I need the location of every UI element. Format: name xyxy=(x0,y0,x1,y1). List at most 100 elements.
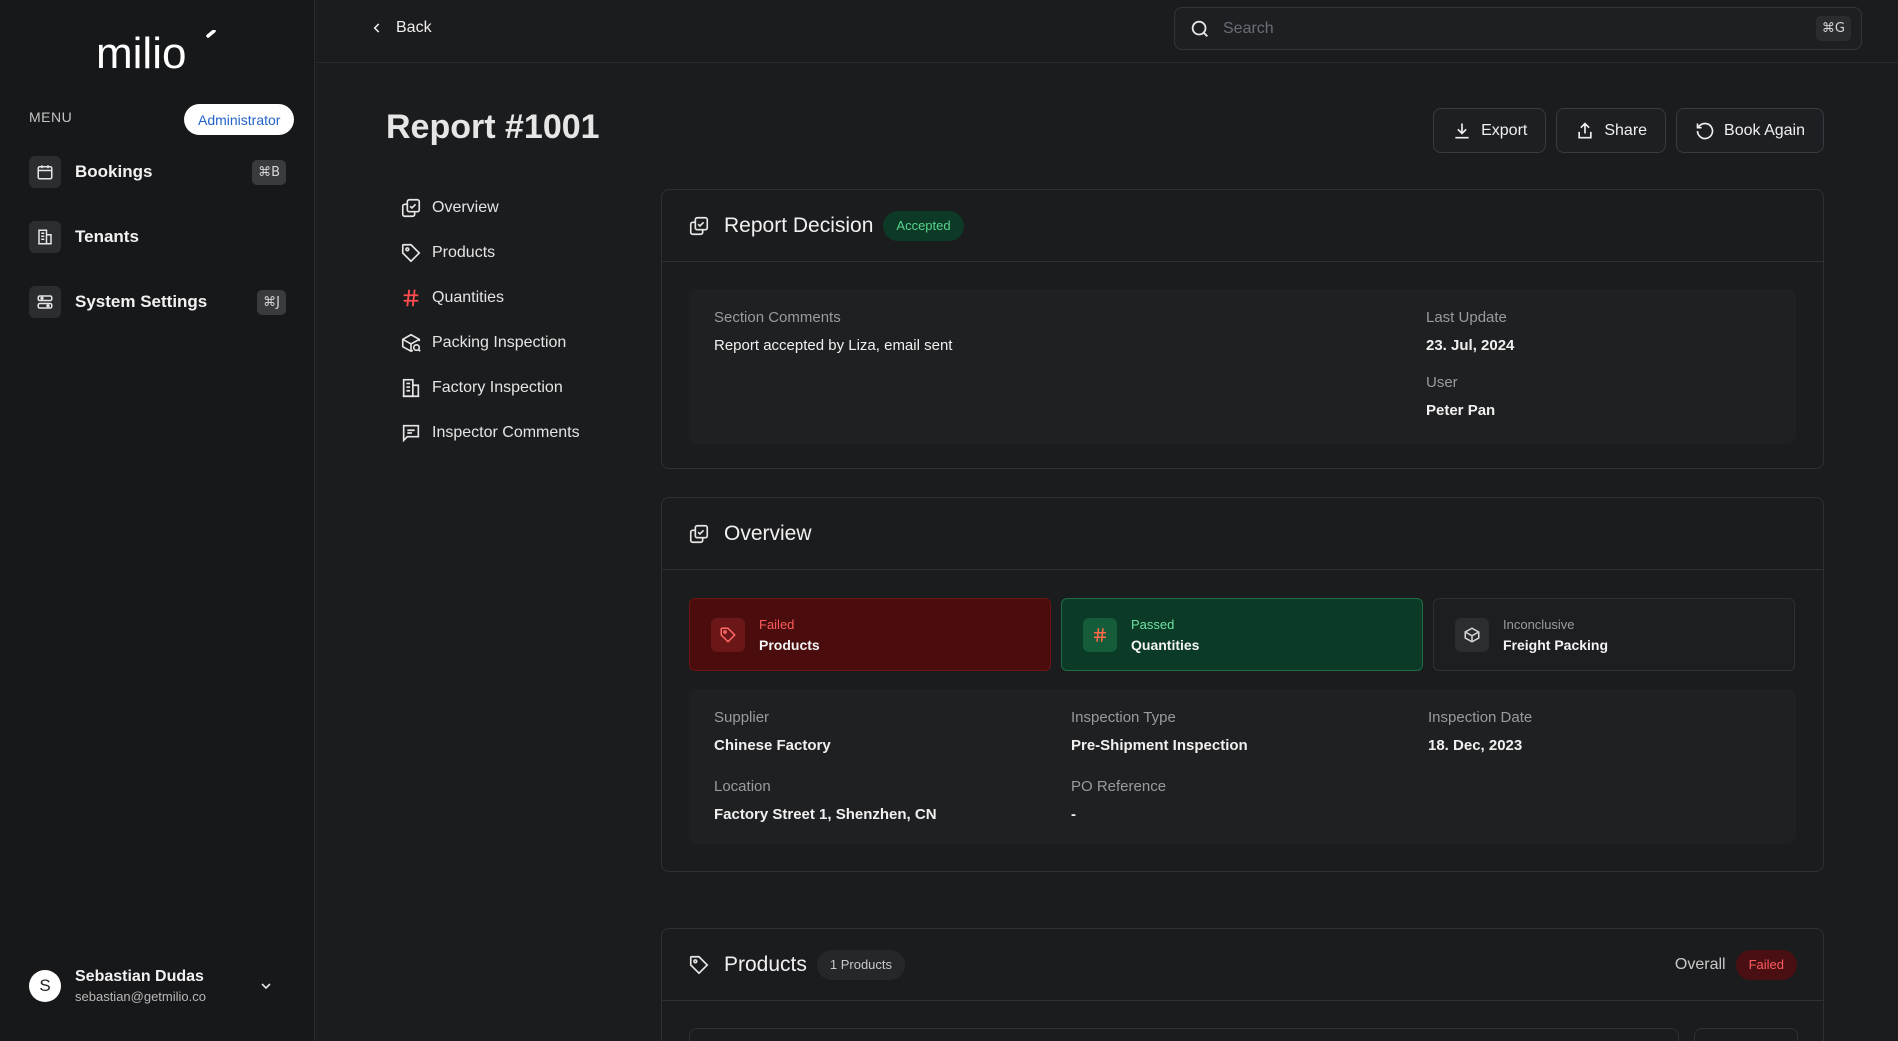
section-nav-label: Packing Inspection xyxy=(432,334,567,351)
user-label: User xyxy=(1426,374,1458,391)
refresh-icon xyxy=(1696,122,1714,139)
comment-icon xyxy=(402,424,420,443)
section-nav-packing-inspection[interactable]: Packing Inspection xyxy=(400,331,580,355)
tile-label: Quantities xyxy=(1131,636,1200,653)
count-badge: 1 Products xyxy=(816,949,906,980)
section-nav-label: Products xyxy=(432,244,496,261)
comments-label: Section Comments xyxy=(714,309,841,326)
sidebar-item-label: Bookings xyxy=(75,162,153,181)
hash-icon xyxy=(1083,617,1117,652)
supplier-value: Chinese Factory xyxy=(714,737,831,754)
hash-icon xyxy=(403,289,419,307)
topbar: Back ⌘G xyxy=(316,0,1898,63)
download-icon xyxy=(1455,123,1469,138)
tag-icon xyxy=(689,955,709,974)
card-header: Overview xyxy=(662,498,1823,570)
overall-label: Overall xyxy=(1674,955,1726,973)
settings-icon xyxy=(29,286,61,318)
status-tile-freight-packing[interactable]: Inconclusive Freight Packing xyxy=(1433,598,1795,671)
back-label: Back xyxy=(396,19,432,36)
inspection-type-value: Pre-Shipment Inspection xyxy=(1071,737,1248,754)
svg-text:milio: milio xyxy=(96,30,186,74)
package-search-icon xyxy=(401,333,421,353)
menu-label: MENU xyxy=(29,109,73,125)
avatar: S xyxy=(29,970,61,1002)
product-row-preview xyxy=(689,1028,1679,1041)
overview-icon xyxy=(689,216,709,235)
section-nav-label: Inspector Comments xyxy=(432,424,580,441)
header-actions: Export Share Book Again xyxy=(1433,108,1824,153)
box-icon xyxy=(1455,617,1489,652)
search-bar[interactable]: ⌘G xyxy=(1174,7,1862,50)
milio-logo[interactable]: milio xyxy=(96,30,222,74)
chevron-left-icon xyxy=(373,23,380,33)
overview-icon xyxy=(401,198,421,218)
report-decision-card: Report Decision Accepted Section Comment… xyxy=(661,189,1824,469)
section-nav-label: Quantities xyxy=(432,289,505,306)
section-nav-inspector-comments[interactable]: Inspector Comments xyxy=(400,421,580,445)
export-label: Export xyxy=(1481,121,1528,139)
last-update-value: 23. Jul, 2024 xyxy=(1426,337,1515,354)
supplier-label: Supplier xyxy=(714,709,770,726)
sidebar-item-tenants[interactable]: Tenants xyxy=(29,220,286,254)
card-header: Report Decision Accepted xyxy=(662,190,1823,262)
tile-label: Products xyxy=(759,636,820,653)
share-icon xyxy=(1578,121,1593,138)
export-button[interactable]: Export xyxy=(1433,108,1547,153)
location-label: Location xyxy=(714,778,771,795)
book-again-button[interactable]: Book Again xyxy=(1676,108,1824,153)
overview-card: Overview Failed Products Passed Quantiti… xyxy=(661,497,1824,872)
tile-status: Inconclusive xyxy=(1503,616,1575,632)
search-input[interactable] xyxy=(1223,19,1816,38)
share-button[interactable]: Share xyxy=(1556,108,1667,153)
book-again-label: Book Again xyxy=(1724,121,1805,139)
card-title: Overview xyxy=(724,521,812,545)
section-nav-products[interactable]: Products xyxy=(400,241,580,265)
decision-details: Section Comments Report accepted by Liza… xyxy=(689,289,1796,444)
building-icon xyxy=(29,221,61,253)
user-menu[interactable]: S Sebastian Dudas sebastian@getmilio.co xyxy=(29,963,286,1009)
tile-status: Passed xyxy=(1131,616,1175,632)
factory-icon xyxy=(402,378,420,398)
overall-status-badge: Failed xyxy=(1735,949,1797,980)
overview-icon xyxy=(689,524,709,543)
po-reference-label: PO Reference xyxy=(1071,778,1167,795)
user-name: Sebastian Dudas xyxy=(75,968,204,985)
po-reference-value: - xyxy=(1071,806,1076,823)
sidebar-item-label: System Settings xyxy=(75,292,208,311)
chevron-down-icon[interactable] xyxy=(258,978,274,994)
user-email: sebastian@getmilio.co xyxy=(75,989,206,1004)
sidebar-item-label: Tenants xyxy=(75,227,139,246)
shortcut-badge: ⌘B xyxy=(252,159,286,185)
share-label: Share xyxy=(1604,121,1648,139)
inspection-date-label: Inspection Date xyxy=(1428,709,1533,726)
comments-value: Report accepted by Liza, email sent xyxy=(714,337,953,354)
sidebar-item-bookings[interactable]: Bookings ⌘B xyxy=(29,155,286,189)
location-value: Factory Street 1, Shenzhen, CN xyxy=(714,806,937,823)
shortcut-badge: ⌘J xyxy=(257,289,286,315)
page-title: Report #1001 xyxy=(386,108,600,146)
sidebar-item-system-settings[interactable]: System Settings ⌘J xyxy=(29,285,286,319)
tile-label: Freight Packing xyxy=(1503,636,1609,653)
inspection-date-value: 18. Dec, 2023 xyxy=(1428,737,1523,754)
user-value: Peter Pan xyxy=(1426,402,1496,419)
section-nav-quantities[interactable]: Quantities xyxy=(400,286,580,310)
card-header: Products 1 Products Overall Failed xyxy=(662,929,1823,1001)
section-nav: Overview Products Quantities Packing Ins… xyxy=(400,196,580,466)
back-button[interactable]: Back xyxy=(370,16,432,40)
tag-icon xyxy=(711,617,745,652)
search-icon xyxy=(1191,20,1208,37)
status-tile-products[interactable]: Failed Products xyxy=(689,598,1051,671)
status-tile-quantities[interactable]: Passed Quantities xyxy=(1061,598,1423,671)
inspection-type-label: Inspection Type xyxy=(1071,709,1176,726)
section-nav-overview[interactable]: Overview xyxy=(400,196,580,220)
section-nav-factory-inspection[interactable]: Factory Inspection xyxy=(400,376,580,400)
section-nav-label: Overview xyxy=(432,199,499,216)
search-shortcut: ⌘G xyxy=(1815,16,1851,41)
product-action-preview xyxy=(1694,1028,1798,1041)
sidebar: milio MENU Administrator Bookings ⌘B Ten… xyxy=(0,0,315,1041)
overview-details: Supplier Chinese Factory Inspection Type… xyxy=(689,689,1796,844)
role-badge[interactable]: Administrator xyxy=(184,104,295,135)
status-badge: Accepted xyxy=(883,210,964,241)
calendar-icon xyxy=(29,156,61,188)
